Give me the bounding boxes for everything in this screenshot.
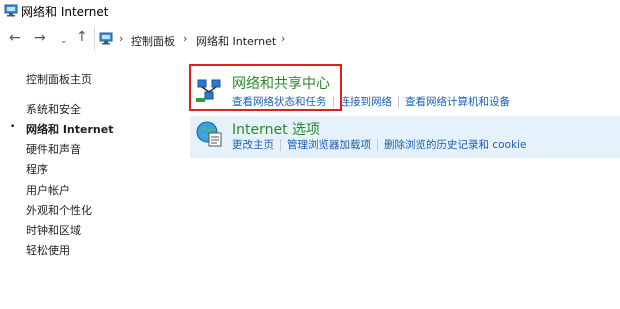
breadcrumb-control-panel[interactable]: 控制面板 <box>131 33 175 49</box>
sidebar-item-clock-region[interactable]: 时钟和区域 <box>26 222 81 238</box>
highlight-box <box>189 64 342 111</box>
breadcrumb-separator-icon[interactable]: › <box>119 32 123 45</box>
link-divider <box>280 139 281 151</box>
manage-addons-link[interactable]: 管理浏览器加载项 <box>287 139 371 151</box>
view-network-computers-link[interactable]: 查看网络计算机和设备 <box>405 96 510 108</box>
address-bar[interactable]: › 控制面板 › 网络和 Internet › <box>94 27 619 51</box>
network-folder-icon <box>4 4 18 17</box>
sidebar-item-system-security[interactable]: 系统和安全 <box>26 101 81 117</box>
sidebar-item-user-accounts[interactable]: 用户帐户 <box>26 182 70 198</box>
forward-arrow-icon[interactable]: → <box>34 29 46 47</box>
breadcrumb-network-internet[interactable]: 网络和 Internet <box>196 33 276 49</box>
title-bar: 网络和 Internet <box>0 0 620 22</box>
internet-options-title[interactable]: Internet 选项 <box>232 119 320 139</box>
sidebar-item-network-internet[interactable]: 网络和 Internet <box>26 121 113 137</box>
sidebar-item-hardware-sound[interactable]: 硬件和声音 <box>26 141 81 157</box>
up-arrow-icon[interactable]: ↑ <box>76 28 88 46</box>
control-panel-icon <box>99 32 113 45</box>
sidebar-item-programs[interactable]: 程序 <box>26 161 48 177</box>
sidebar-item-control-panel-home[interactable]: 控制面板主页 <box>26 71 92 87</box>
link-divider <box>398 96 399 108</box>
internet-options-icon <box>196 121 222 147</box>
breadcrumb-separator-icon[interactable]: › <box>183 32 187 45</box>
link-divider <box>377 139 378 151</box>
navigation-bar: ← → ⌄ ↑ › 控制面板 › 网络和 Internet › <box>0 24 620 54</box>
category-internet-options: Internet 选项 更改主页 管理浏览器加载项 删除浏览的历史记录和 cooki… <box>190 116 620 158</box>
breadcrumb-separator-icon[interactable]: › <box>281 32 285 45</box>
change-homepage-link[interactable]: 更改主页 <box>232 139 274 151</box>
connect-to-network-link[interactable]: 连接到网络 <box>340 96 393 108</box>
sidebar-item-appearance[interactable]: 外观和个性化 <box>26 202 92 218</box>
sidebar-item-ease-of-access[interactable]: 轻松使用 <box>26 242 70 258</box>
delete-browsing-history-link[interactable]: 删除浏览的历史记录和 cookie <box>384 139 526 151</box>
back-arrow-icon[interactable]: ← <box>9 29 21 47</box>
window-title: 网络和 Internet <box>21 5 109 19</box>
active-bullet-icon: • <box>10 122 16 132</box>
internet-options-links: 更改主页 管理浏览器加载项 删除浏览的历史记录和 cookie <box>232 137 526 152</box>
recent-locations-chevron-icon[interactable]: ⌄ <box>60 32 68 50</box>
